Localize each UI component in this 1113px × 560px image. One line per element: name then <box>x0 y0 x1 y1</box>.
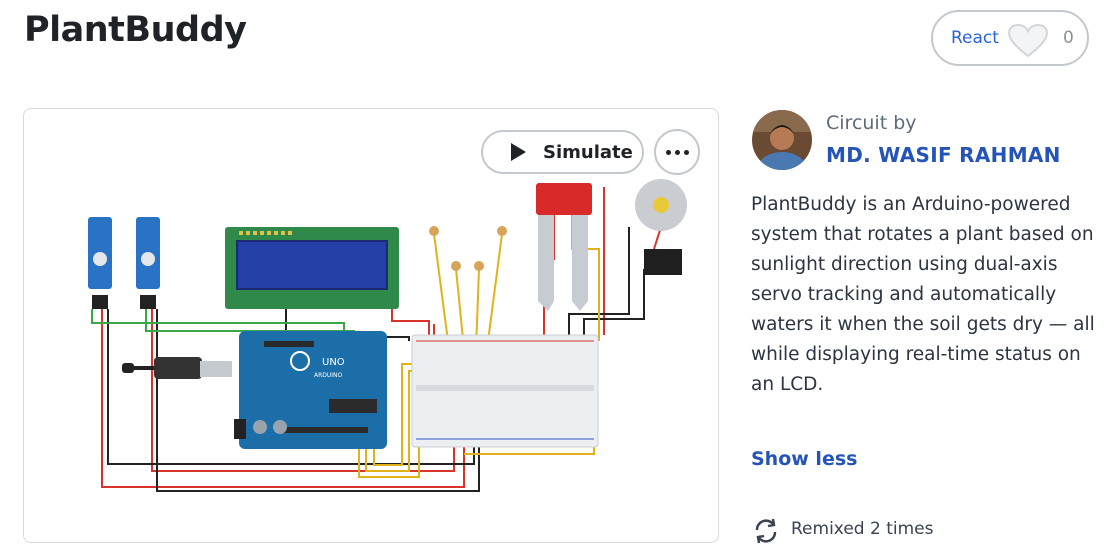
show-less-link[interactable]: Show less <box>751 448 857 470</box>
board-label: UNO <box>322 357 345 368</box>
lcd-module <box>225 227 399 309</box>
servo-motors <box>88 217 160 309</box>
simulate-button[interactable]: Simulate <box>481 130 644 174</box>
more-horizontal-icon <box>665 149 671 155</box>
heart-icon <box>1007 23 1049 58</box>
circuit-by-label: Circuit by <box>826 112 917 134</box>
photoresistors <box>429 226 507 271</box>
simulate-label: Simulate <box>543 141 633 163</box>
breadboard <box>411 334 599 448</box>
project-title: PlantBuddy <box>24 10 247 50</box>
remix-icon <box>755 518 777 544</box>
soil-sensor <box>536 183 592 311</box>
avatar[interactable] <box>752 110 812 170</box>
more-options-button[interactable] <box>654 129 700 175</box>
react-label: React <box>951 28 999 48</box>
relay <box>644 249 682 275</box>
dc-motor <box>635 179 687 231</box>
usb-cable <box>122 357 232 379</box>
remix-count[interactable]: Remixed 2 times <box>791 519 933 539</box>
arduino-board: UNO ARDUINO <box>234 331 387 449</box>
author-link[interactable]: MD. WASIF RAHMAN <box>826 143 1061 167</box>
react-button[interactable]: React 0 <box>931 10 1089 66</box>
project-description: PlantBuddy is an Arduino-powered system … <box>751 194 1095 395</box>
circuit-preview[interactable]: UNO ARDUINO Simulate <box>23 108 719 543</box>
react-count: 0 <box>1063 28 1074 48</box>
play-icon <box>511 143 526 161</box>
avatar-image <box>752 110 812 170</box>
circuit-diagram: UNO ARDUINO <box>88 179 687 492</box>
board-brand: ARDUINO <box>314 372 343 379</box>
